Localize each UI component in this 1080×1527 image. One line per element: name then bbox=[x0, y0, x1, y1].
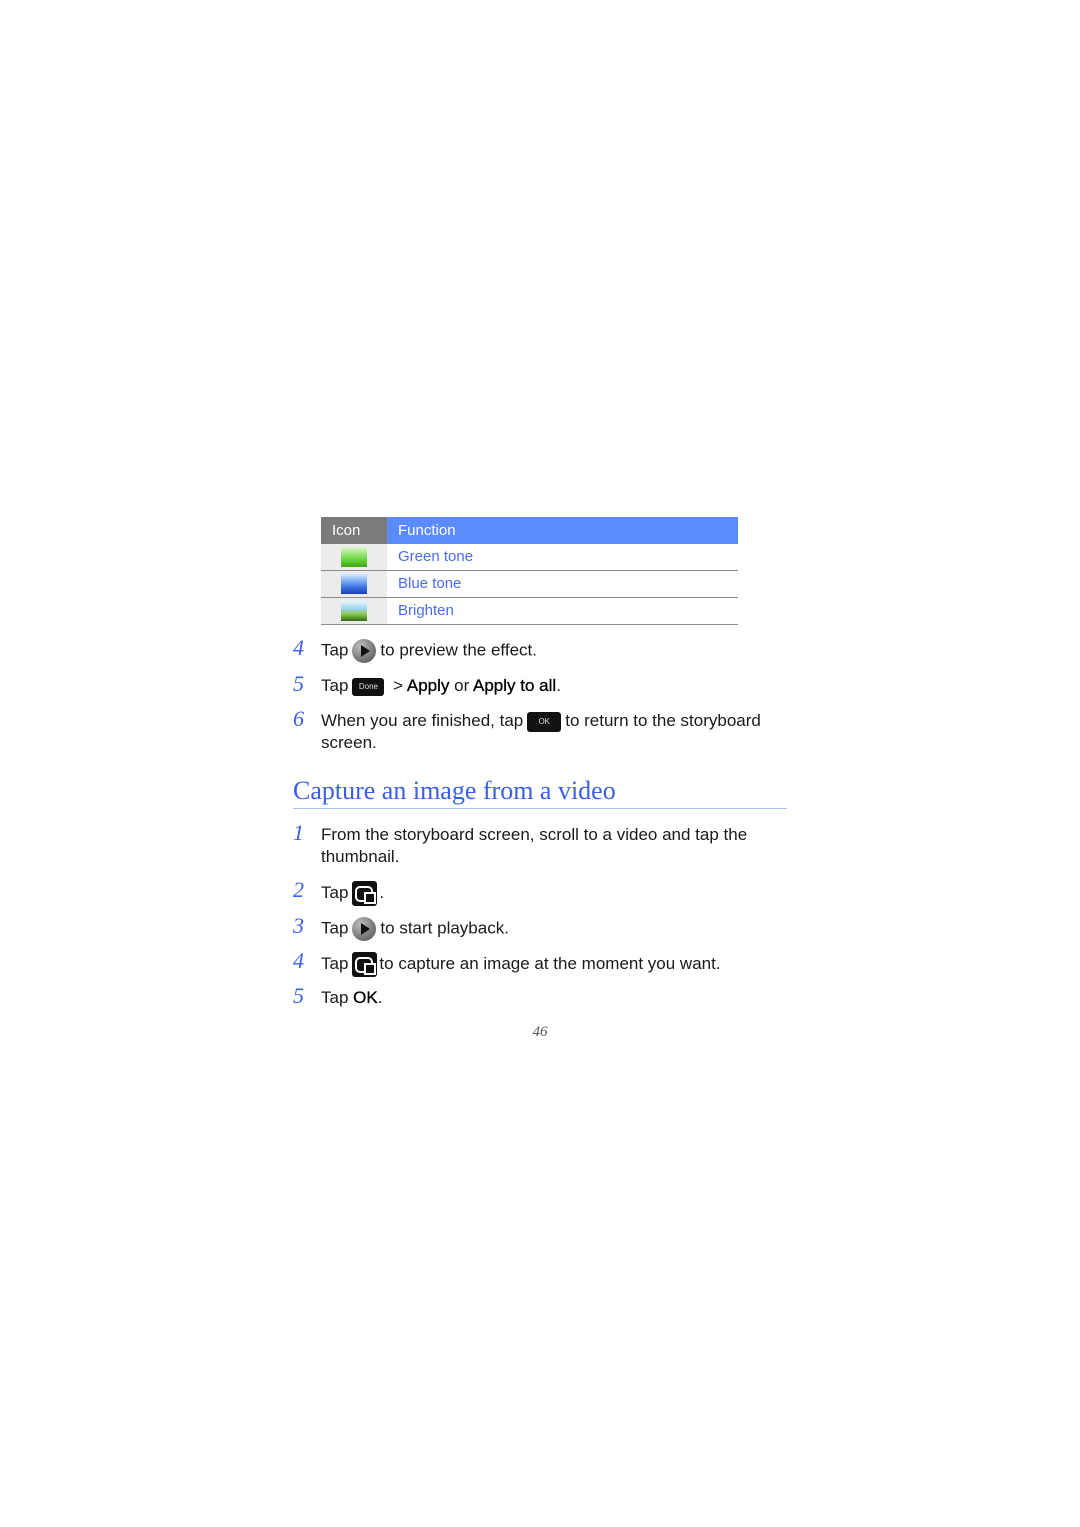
header-function: Function bbox=[387, 517, 738, 544]
table-row: Blue tone bbox=[321, 571, 738, 598]
page-number: 46 bbox=[532, 1024, 548, 1040]
step-item: 3 Tap to start playback. bbox=[293, 913, 793, 941]
step-number: 5 bbox=[293, 983, 304, 1008]
step-number: 4 bbox=[293, 948, 304, 973]
step-item: 5 Tap OK. bbox=[293, 983, 383, 1008]
capture-icon bbox=[352, 952, 378, 977]
table-header: Icon Function bbox=[321, 517, 738, 544]
heading-divider bbox=[293, 808, 787, 809]
brighten-icon bbox=[341, 601, 367, 621]
step-number: 3 bbox=[293, 913, 304, 938]
step-number: 4 bbox=[293, 635, 304, 660]
play-icon bbox=[352, 639, 377, 663]
capture-icon bbox=[352, 881, 378, 906]
function-label: Blue tone bbox=[398, 575, 462, 592]
step-item: 5 Tap Done > Apply or Apply to all. bbox=[293, 671, 561, 696]
green-tone-icon bbox=[341, 547, 367, 567]
step-number: 6 bbox=[293, 706, 304, 731]
table-row: Green tone bbox=[321, 544, 738, 571]
done-button-icon: Done bbox=[352, 677, 385, 696]
effects-table: Icon Function Green tone Blue tone Brigh… bbox=[321, 517, 738, 625]
step-item: 4 Tap to preview the effect. bbox=[293, 635, 793, 663]
blue-tone-icon bbox=[341, 574, 367, 594]
step-item: 1 From the storyboard screen, scroll to … bbox=[293, 820, 748, 867]
step-item: 6 When you are finished, tap OK to return … bbox=[293, 706, 761, 753]
step-number: 5 bbox=[293, 671, 304, 696]
step-item: 4 Tap to capture an image at the moment y… bbox=[293, 948, 793, 977]
ok-button-icon: OK bbox=[527, 711, 562, 732]
header-icon: Icon bbox=[321, 517, 387, 544]
step-number: 2 bbox=[293, 877, 304, 902]
function-label: Brighten bbox=[398, 602, 454, 619]
section-heading: Capture an image from a video bbox=[293, 776, 616, 805]
play-icon bbox=[352, 917, 377, 941]
step-item: 2 Tap. bbox=[293, 877, 793, 906]
table-row: Brighten bbox=[321, 598, 738, 625]
function-label: Green tone bbox=[398, 548, 474, 565]
step-number: 1 bbox=[293, 820, 304, 845]
